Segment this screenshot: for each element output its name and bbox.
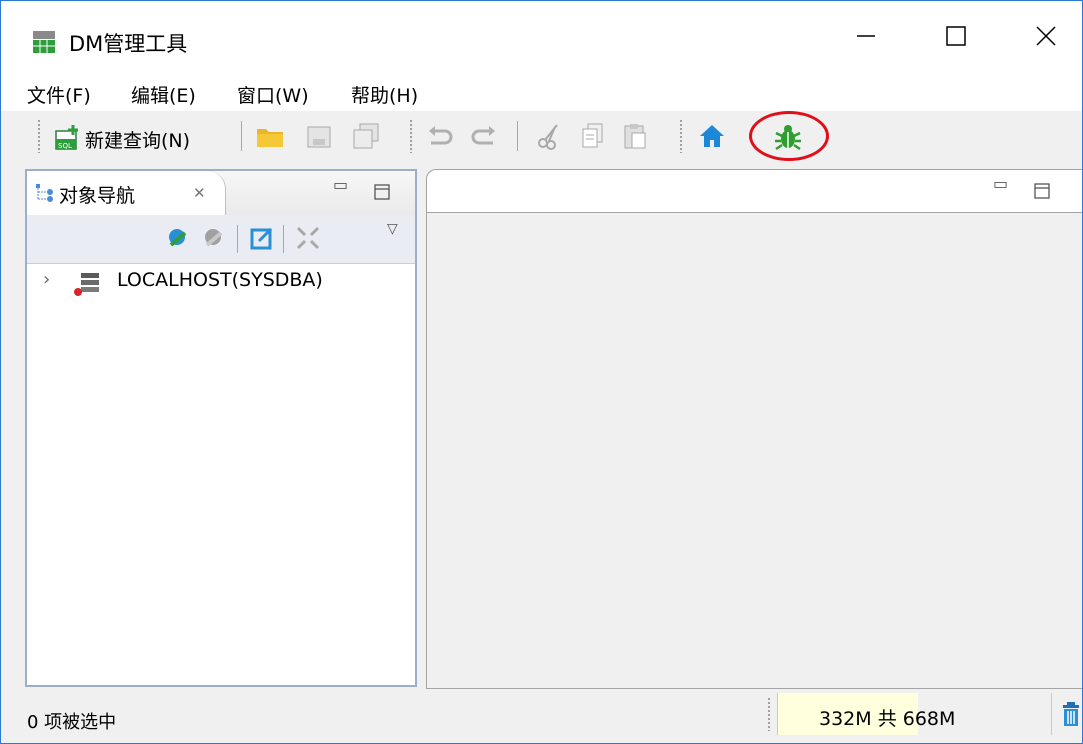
disconnect-icon[interactable] [201,225,227,251]
statusbar-separator [1051,693,1052,735]
menu-help[interactable]: 帮助(H) [351,81,418,108]
maximize-icon [946,26,966,46]
trash-gc-icon[interactable] [1061,701,1081,727]
close-icon [1036,26,1056,46]
editor-minimize-icon[interactable]: ▭ [993,174,1008,193]
cut-icon[interactable] [535,121,563,151]
toolbar-grip[interactable] [409,119,413,153]
toolbar-grip[interactable] [37,119,41,153]
object-navigator-panel: 对象导航 ✕ ▭ ▽ › LOCALHOST(SYSDBA) [25,169,417,687]
svg-text:SQL: SQL [58,142,72,150]
save-all-icon[interactable] [351,121,381,151]
tab-close-icon[interactable]: ✕ [193,184,206,202]
open-folder-icon[interactable] [255,121,285,151]
redo-icon[interactable] [469,121,499,151]
save-icon[interactable] [305,121,333,151]
main-toolbar: SQL 新建查询(N) [1,111,1082,163]
new-query-button[interactable]: SQL 新建查询(N) [49,117,229,157]
close-button[interactable] [1017,1,1077,73]
navigator-tab-bar: 对象导航 ✕ ▭ [27,171,415,216]
tree-nodes-icon [36,184,53,202]
copy-icon[interactable] [579,121,607,151]
undo-icon[interactable] [425,121,455,151]
collapse-all-icon[interactable] [295,225,321,251]
editor-area-panel: ▭ [426,169,1082,689]
toolbar-separator [241,121,242,151]
navigator-tab-label: 对象导航 [59,185,136,207]
tab-object-navigator[interactable]: 对象导航 ✕ [27,171,226,215]
toolbar-separator [517,121,518,151]
highlight-annotation-circle [749,111,829,161]
statusbar-grip [767,697,771,731]
menu-edit[interactable]: 编辑(E) [131,81,196,108]
menu-window[interactable]: 窗口(W) [237,81,309,108]
toolbar-separator [283,225,284,253]
menu-file[interactable]: 文件(F) [27,81,91,108]
window-title: DM管理工具 [69,32,188,56]
panel-minimize-icon[interactable]: ▭ [333,175,348,194]
home-icon[interactable] [697,121,727,151]
toolbar-separator [237,225,238,253]
database-server-icon [74,273,99,296]
editor-area-header: ▭ [427,170,1082,213]
selection-status: 0 项被选中 [27,712,117,733]
tree-item[interactable]: › LOCALHOST(SYSDBA) [27,267,415,299]
navigator-toolbar: ▽ [27,215,415,264]
chevron-right-icon[interactable]: › [43,269,50,290]
memory-usage-label: 332M 共 668M [819,708,956,730]
paste-icon[interactable] [621,121,649,151]
app-logo-icon [33,31,55,53]
editor-maximize-icon[interactable] [1033,182,1051,200]
minimize-icon [857,35,875,37]
new-query-label: 新建查询(N) [85,130,191,152]
view-menu-icon[interactable]: ▽ [387,221,398,237]
maximize-button[interactable] [927,1,987,73]
status-bar: 0 项被选中 332M 共 668M [1,691,1082,743]
minimize-button[interactable] [837,1,897,73]
app-window: DM管理工具 文件(F) 编辑(E) 窗口(W) 帮助(H) SQL 新建查询(… [0,0,1083,744]
menu-bar: 文件(F) 编辑(E) 窗口(W) 帮助(H) [1,73,1082,111]
tree-item-label: LOCALHOST(SYSDBA) [117,269,323,291]
edit-icon[interactable] [249,225,275,251]
title-bar: DM管理工具 [1,1,1082,73]
sql-new-query-icon: SQL [55,125,78,150]
toolbar-grip[interactable] [679,119,683,153]
panel-maximize-icon[interactable] [373,183,391,201]
connect-icon[interactable] [165,225,191,251]
